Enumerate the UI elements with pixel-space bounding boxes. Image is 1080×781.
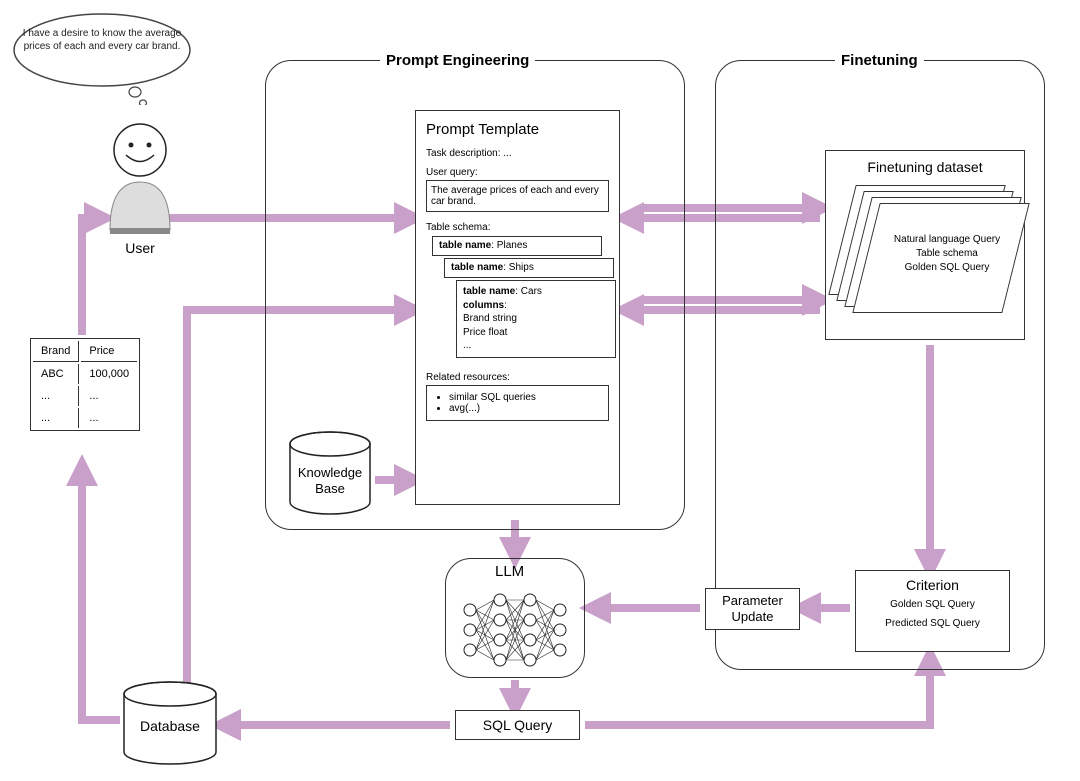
criterion-box: Criterion Golden SQL Query Predicted SQL… [855, 570, 1010, 652]
task-description-label: Task description: ... [426, 148, 609, 159]
finetuning-dataset-title: Finetuning dataset [834, 159, 1016, 175]
user-icon [100, 110, 180, 240]
sql-query-box: SQL Query [455, 710, 580, 740]
database-label: Database [140, 718, 200, 734]
neural-net-icon [455, 580, 575, 675]
criterion-title: Criterion [862, 577, 1003, 593]
knowledge-base-label: Knowledge Base [290, 465, 370, 496]
user-query-value: The average prices of each and every car… [426, 180, 609, 212]
related-label: Related resources: [426, 372, 609, 383]
user-query-label: User query: [426, 167, 609, 178]
result-table: Brand Price ABC100,000 ...... ...... [30, 338, 140, 431]
finetuning-title: Finetuning [835, 52, 924, 69]
related-resources-box: similar SQL queries avg(...) [426, 385, 609, 421]
finetuning-dataset-box: Finetuning dataset Natural language Quer… [825, 150, 1025, 340]
speech-bubble-shape [10, 10, 195, 105]
schema-cars: table name: Cars columns: Brand string P… [456, 280, 616, 358]
schema-planes: table name: Planes [432, 236, 602, 256]
prompt-engineering-title: Prompt Engineering [380, 52, 535, 69]
table-schema-label: Table schema: [426, 222, 609, 233]
llm-title: LLM [495, 563, 524, 580]
parameter-update-box: Parameter Update [705, 588, 800, 630]
schema-ships: table name: Ships [444, 258, 614, 278]
user-label: User [100, 240, 180, 256]
criterion-golden: Golden SQL Query [862, 599, 1003, 610]
prompt-template-box: Prompt Template Task description: ... Us… [415, 110, 620, 505]
criterion-predicted: Predicted SQL Query [862, 618, 1003, 629]
prompt-template-title: Prompt Template [426, 121, 609, 138]
dataset-card-content: Natural language Query Table schema Gold… [872, 233, 1022, 275]
speech-text: I have a desire to know the average pric… [22, 28, 182, 53]
